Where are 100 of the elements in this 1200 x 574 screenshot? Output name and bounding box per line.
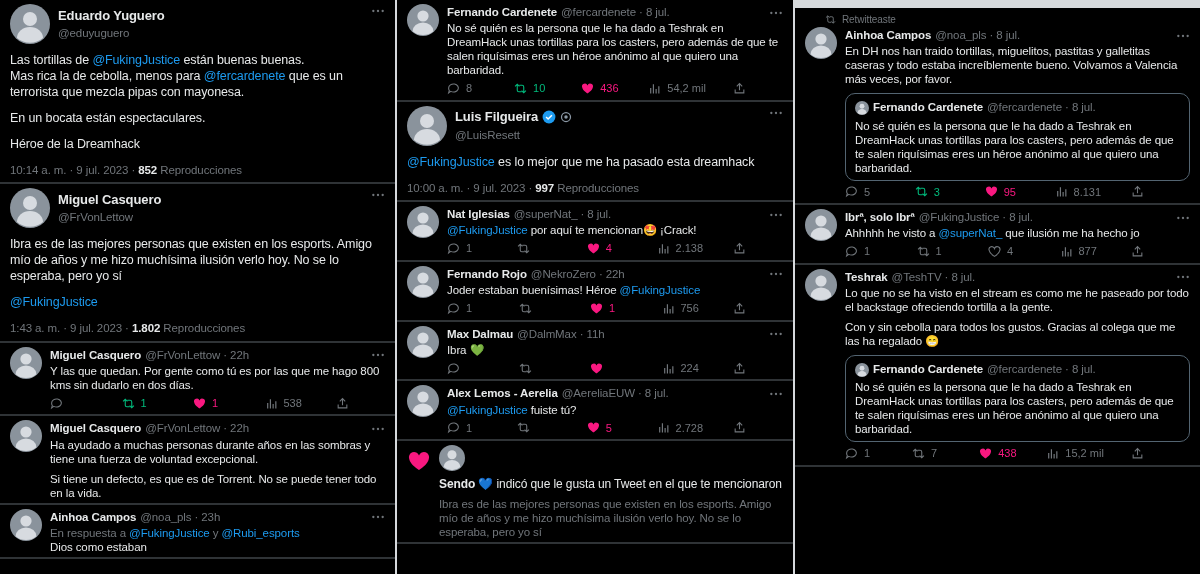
retweet-button[interactable]: 7 xyxy=(912,445,953,462)
heart-icon xyxy=(586,421,600,435)
reply-button[interactable]: 8 xyxy=(447,80,487,97)
mention-link[interactable]: @FukingJustice xyxy=(447,224,528,237)
author-name[interactable]: Alex Lemos - Aerelia xyxy=(447,385,558,403)
mention-link[interactable]: @FukingJustice xyxy=(619,284,701,296)
reply-button[interactable]: 1 xyxy=(447,419,487,436)
views-button[interactable]: 877 xyxy=(1059,243,1100,260)
reply-button[interactable]: 1 xyxy=(845,243,885,260)
tweet-text: Las tortillas de @FukingJustice están buenas buenas. Mas rica la de cebolla, menos para @fercardenete que es un terrorista que mezcla pipas con mayonesa. xyxy=(10,52,344,100)
bar-chart-icon xyxy=(1059,245,1073,258)
tweet-text: Con y sin cebolla para todos los gustos. Gracias al colega que me las ha regalado 😁 xyxy=(845,320,1177,348)
like-button[interactable]: 4 xyxy=(988,243,1028,260)
bar-chart-icon xyxy=(264,396,278,410)
mention-link[interactable]: @FukingJustice xyxy=(10,295,98,310)
tweet-text: @FukingJustice por aquí te mencionan🤩 ¡Crack! xyxy=(447,223,698,238)
share-icon xyxy=(1130,185,1144,199)
views-button[interactable]: 756 xyxy=(661,300,702,317)
handle-and-time: @noa_pls · 8 jul. xyxy=(935,28,1021,43)
views-button[interactable]: 538 xyxy=(264,394,305,412)
views-button[interactable]: 15,2 mil xyxy=(1046,445,1104,462)
reply-icon xyxy=(447,82,460,95)
retweet-button[interactable]: 1 xyxy=(916,243,957,260)
mention-link[interactable]: @fercardenete xyxy=(203,69,286,83)
like-button[interactable]: 438 xyxy=(979,445,1020,462)
heart-icon xyxy=(407,449,431,473)
mention-link[interactable]: @FukingJustice xyxy=(129,526,210,539)
retweet-icon xyxy=(516,242,530,255)
views-button[interactable]: 2.138 xyxy=(656,240,704,257)
author-name[interactable]: Max Dalmau xyxy=(447,325,514,343)
reply-button[interactable]: 1 xyxy=(447,240,487,257)
share-icon xyxy=(733,361,746,375)
like-button[interactable]: 4 xyxy=(586,240,627,257)
views-button[interactable]: 8.131 xyxy=(1054,183,1102,200)
tweet-timestamp: 10:14 a. m. · 9 jul. 2023 · 852 Reproducciones xyxy=(10,163,243,178)
reply-icon xyxy=(845,447,858,460)
author-name[interactable]: Teshrak xyxy=(845,268,888,286)
quoted-tweet[interactable] xyxy=(845,355,1190,443)
views-button[interactable]: 224 xyxy=(661,359,702,377)
retweet-icon xyxy=(121,396,135,410)
avatar xyxy=(10,420,42,453)
author-name[interactable]: Luis Filgueira xyxy=(455,107,539,127)
views-button[interactable]: 54,2 mil xyxy=(648,80,706,97)
share-icon xyxy=(733,301,746,315)
reply-button[interactable]: 5 xyxy=(845,183,885,200)
reply-icon xyxy=(447,361,460,375)
author-name[interactable]: Fernando Cardenete xyxy=(447,4,558,22)
quoted-tweet[interactable] xyxy=(845,93,1190,181)
handle-and-time: @fercardenete · 8 jul. xyxy=(987,362,1096,377)
author-handle[interactable]: @LuisResett xyxy=(455,126,573,145)
mention-link[interactable]: @FukingJustice xyxy=(447,403,528,416)
retweet-button[interactable]: 3 xyxy=(914,183,955,200)
retweet-button[interactable]: 1 xyxy=(121,394,162,412)
author-name[interactable]: Miguel Casquero xyxy=(50,346,142,364)
avatar xyxy=(407,325,439,358)
reply-icon xyxy=(447,301,460,315)
author-name[interactable]: Eduardo Yuguero xyxy=(58,5,165,26)
heart-icon xyxy=(581,82,595,95)
reply-icon xyxy=(447,242,460,255)
author-handle[interactable]: @eduyuguero xyxy=(58,25,165,43)
views-button[interactable]: 2.728 xyxy=(656,419,704,436)
bar-chart-icon xyxy=(648,82,662,95)
like-button[interactable]: 1 xyxy=(193,394,233,412)
like-button[interactable]: 95 xyxy=(984,183,1025,200)
avatar xyxy=(855,362,869,377)
author-name[interactable]: Miguel Casquero xyxy=(50,420,142,438)
retweet-button[interactable]: 10 xyxy=(514,80,555,97)
tweet-text: Y las que quedan. Por gente como tú es por las que me hago 800 kms sin dudarlo en dos días. xyxy=(50,363,381,392)
mention-link[interactable]: @Rubi_esports xyxy=(221,526,300,539)
author-name[interactable]: Fernando Cardenete xyxy=(873,361,984,379)
author-name[interactable]: Ainhoa Campos xyxy=(50,508,137,526)
avatar xyxy=(10,188,50,229)
author-handle[interactable]: @FrVonLettow xyxy=(58,209,162,227)
retweet-icon xyxy=(914,185,928,199)
like-button[interactable]: 5 xyxy=(586,419,627,436)
handle-and-time: @superNat_ · 8 jul. xyxy=(513,207,612,222)
tweet-text: En un bocata están espectaculares. xyxy=(10,110,207,126)
mention-link[interactable]: @superNat_ xyxy=(938,227,1003,240)
share-icon xyxy=(732,242,746,255)
reply-button[interactable]: 1 xyxy=(845,445,885,462)
handle-and-time: @FrVonLettow · 22h xyxy=(145,421,249,437)
bar-chart-icon xyxy=(656,242,670,255)
like-button[interactable]: 436 xyxy=(581,80,622,97)
author-name[interactable]: Nat Iglesias xyxy=(447,206,510,224)
like-button[interactable]: 1 xyxy=(590,300,630,317)
author-name[interactable]: Ainhoa Campos xyxy=(845,27,932,45)
mention-link[interactable]: @FukingJustice xyxy=(407,154,495,169)
mention-link[interactable]: @FukingJustice xyxy=(92,53,181,67)
author-name[interactable]: Fernando Cardenete xyxy=(873,99,984,117)
author-name[interactable]: Ibrª, solo Ibrª xyxy=(845,209,915,227)
retweet-label: Retwitteaste xyxy=(842,13,896,27)
reply-button[interactable]: 1 xyxy=(447,300,487,317)
heart-icon xyxy=(586,242,600,255)
author-name[interactable]: Fernando Rojo xyxy=(447,265,527,283)
heart-icon xyxy=(193,396,206,410)
bar-chart-icon xyxy=(1046,447,1060,460)
handle-and-time: @TeshTV · 8 jul. xyxy=(891,269,976,285)
reply-icon xyxy=(50,396,63,410)
avatar xyxy=(407,105,447,146)
author-name[interactable]: Miguel Casquero xyxy=(58,189,162,210)
